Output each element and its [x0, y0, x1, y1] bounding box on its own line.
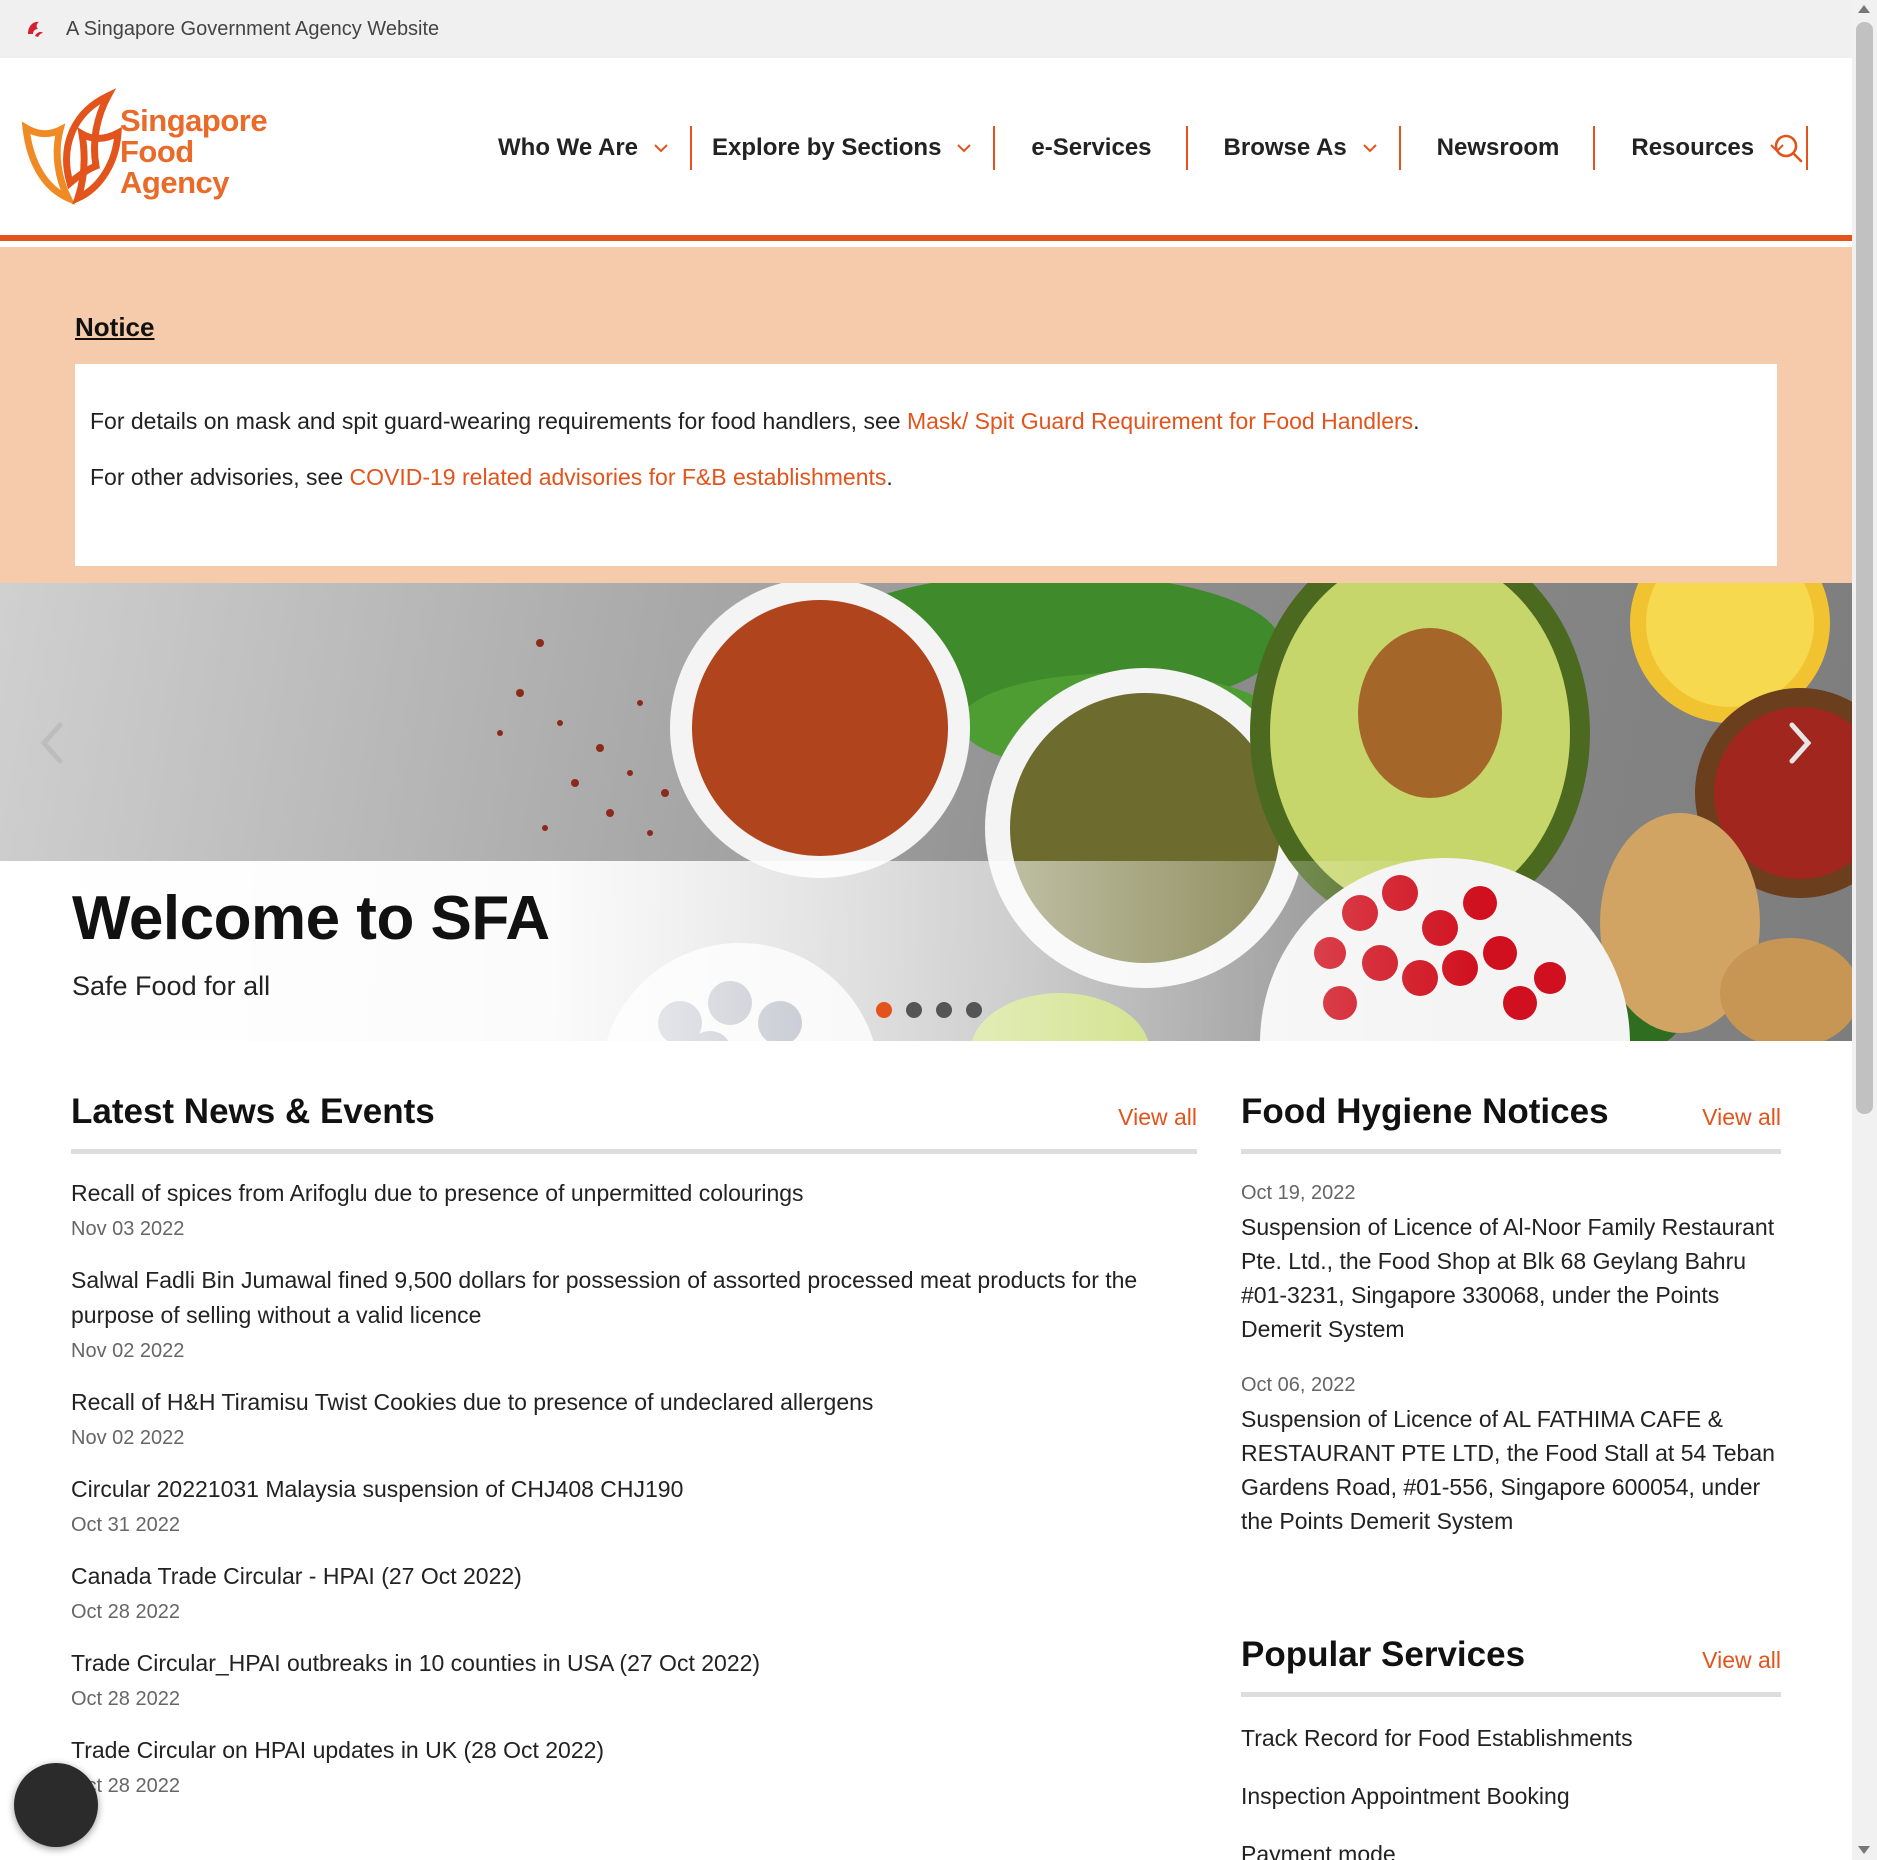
news-title-link[interactable]: Trade Circular_HPAI outbreaks in 10 coun… — [71, 1646, 1197, 1681]
service-link[interactable]: Inspection Appointment Booking — [1241, 1779, 1781, 1813]
service-link[interactable]: Track Record for Food Establishments — [1241, 1721, 1781, 1755]
news-title-link[interactable]: Recall of H&H Tiramisu Twist Cookies due… — [71, 1385, 1197, 1420]
notice-date: Oct 06, 2022 — [1241, 1374, 1356, 1396]
carousel-prev-icon[interactable] — [32, 713, 72, 773]
news-list: Recall of spices from Arifoglu due to pr… — [71, 1176, 1197, 1798]
page-scrollbar[interactable] — [1852, 0, 1877, 1860]
main-nav: Who We Are Explore by Sections e-Service… — [478, 126, 1809, 170]
notice-date: Oct 19, 2022 — [1241, 1182, 1356, 1204]
news-title-link[interactable]: Circular 20221031 Malaysia suspension of… — [71, 1472, 1197, 1507]
news-date: Nov 02 2022 — [71, 1427, 185, 1449]
news-title-link[interactable]: Trade Circular on HPAI updates in UK (28… — [71, 1733, 1197, 1768]
logo-line-1: Singapore — [120, 102, 268, 138]
nav-label: Resources — [1631, 134, 1755, 161]
notice-text: . — [886, 464, 893, 490]
nav-label: Newsroom — [1436, 134, 1560, 161]
notice-title-link[interactable]: Suspension of Licence of Al-Noor Family … — [1241, 1210, 1781, 1346]
nav-e-services[interactable]: e-Services — [995, 126, 1185, 170]
popular-view-all-link[interactable]: View all — [1702, 1647, 1781, 1674]
list-item: Trade Circular_HPAI outbreaks in 10 coun… — [71, 1646, 1197, 1711]
logo-text: Singapore Food Agency — [120, 102, 268, 200]
news-title-link[interactable]: Salwal Fadli Bin Jumawal fined 9,500 dol… — [71, 1263, 1197, 1333]
hero-title: Welcome to SFA — [72, 884, 550, 953]
scroll-up-icon[interactable] — [1858, 5, 1870, 13]
notice-title[interactable]: Notice — [75, 312, 154, 343]
sfa-leaf-logo-icon — [21, 88, 122, 206]
notice-title-link[interactable]: Suspension of Licence of AL FATHIMA CAFE… — [1241, 1402, 1781, 1538]
nav-browse-as[interactable]: Browse As — [1188, 126, 1399, 170]
logo-line-3: Agency — [120, 164, 229, 200]
news-title-link[interactable]: Recall of spices from Arifoglu due to pr… — [71, 1176, 1197, 1211]
chevron-down-icon — [654, 144, 668, 153]
carousel-dot-1[interactable] — [876, 1002, 892, 1018]
site-header: Singapore Food Agency Who We Are Explore… — [0, 58, 1852, 241]
section-header: Food Hygiene Notices View all — [1241, 1090, 1781, 1154]
latest-news-section: Latest News & Events View all Recall of … — [71, 1090, 1197, 1820]
news-date: Nov 03 2022 — [71, 1218, 185, 1240]
section-header: Popular Services View all — [1241, 1633, 1781, 1697]
gov-masthead: A Singapore Government Agency Website — [0, 0, 1852, 58]
service-link[interactable]: Payment mode — [1241, 1837, 1781, 1860]
sfa-logo[interactable]: Singapore Food Agency — [20, 86, 290, 216]
hygiene-view-all-link[interactable]: View all — [1702, 1104, 1781, 1131]
list-item: Oct 19, 2022 Suspension of Licence of Al… — [1241, 1180, 1781, 1346]
chat-widget-button[interactable] — [14, 1763, 98, 1847]
nav-label: Explore by Sections — [712, 134, 942, 161]
search-button[interactable] — [1770, 128, 1806, 168]
news-date: Nov 02 2022 — [71, 1340, 185, 1362]
section-title: Popular Services — [1241, 1635, 1526, 1674]
list-item: Canada Trade Circular - HPAI (27 Oct 202… — [71, 1559, 1197, 1624]
chevron-down-icon — [957, 144, 972, 153]
news-title-link[interactable]: Canada Trade Circular - HPAI (27 Oct 202… — [71, 1559, 1197, 1594]
carousel-dot-3[interactable] — [936, 1002, 952, 1018]
news-date: Oct 28 2022 — [71, 1601, 180, 1623]
nav-newsroom[interactable]: Newsroom — [1401, 126, 1594, 170]
notice-paragraph-mask: For details on mask and spit guard-weari… — [90, 408, 1762, 434]
nav-label: Who We Are — [498, 134, 639, 161]
food-hygiene-section: Food Hygiene Notices View all Oct 19, 20… — [1241, 1090, 1781, 1564]
news-date: Oct 28 2022 — [71, 1688, 180, 1710]
list-item: Recall of spices from Arifoglu due to pr… — [71, 1176, 1197, 1241]
masthead-text: A Singapore Government Agency Website — [66, 17, 440, 40]
scrollbar-thumb[interactable] — [1856, 22, 1873, 1114]
news-view-all-link[interactable]: View all — [1118, 1104, 1197, 1131]
section-title: Latest News & Events — [71, 1092, 435, 1131]
notice-box: For details on mask and spit guard-weari… — [75, 364, 1777, 566]
hero-carousel: Welcome to SFA Safe Food for all — [0, 583, 1852, 1041]
scroll-down-icon[interactable] — [1858, 1846, 1870, 1854]
notice-text: . — [1413, 408, 1420, 434]
search-icon — [1774, 134, 1803, 163]
carousel-dot-4[interactable] — [966, 1002, 982, 1018]
list-item: Oct 06, 2022 Suspension of Licence of AL… — [1241, 1372, 1781, 1538]
hero-subtitle: Safe Food for all — [72, 971, 271, 1001]
nav-explore-by-sections[interactable]: Explore by Sections — [692, 126, 993, 170]
list-item: Salwal Fadli Bin Jumawal fined 9,500 dol… — [71, 1263, 1197, 1363]
mask-requirement-link[interactable]: Mask/ Spit Guard Requirement for Food Ha… — [907, 408, 1413, 434]
nav-label: Browse As — [1223, 134, 1347, 161]
notice-banner: Notice For details on mask and spit guar… — [0, 247, 1852, 583]
list-item: Trade Circular on HPAI updates in UK (28… — [71, 1733, 1197, 1798]
carousel-indicators — [876, 1002, 996, 1018]
nav-label: e-Services — [1031, 134, 1152, 161]
list-item: Recall of H&H Tiramisu Twist Cookies due… — [71, 1385, 1197, 1450]
news-date: Oct 31 2022 — [71, 1514, 180, 1536]
lion-head-icon — [28, 21, 43, 37]
notice-text: For other advisories, see — [90, 464, 350, 490]
carousel-next-icon[interactable] — [1780, 713, 1820, 773]
carousel-dot-2[interactable] — [906, 1002, 922, 1018]
notice-paragraph-advisories: For other advisories, see COVID-19 relat… — [90, 464, 1762, 490]
nav-who-we-are[interactable]: Who We Are — [478, 126, 690, 170]
list-item: Circular 20221031 Malaysia suspension of… — [71, 1472, 1197, 1537]
nav-divider — [1806, 126, 1809, 170]
chevron-down-icon — [1362, 144, 1377, 153]
logo-line-2: Food — [120, 133, 194, 169]
section-title: Food Hygiene Notices — [1241, 1092, 1609, 1131]
covid-advisories-link[interactable]: COVID-19 related advisories for F&B esta… — [350, 464, 887, 490]
news-date: Oct 28 2022 — [71, 1775, 180, 1797]
popular-services-section: Popular Services View all Track Record f… — [1241, 1633, 1781, 1860]
popular-list: Track Record for Food Establishments Ins… — [1241, 1721, 1781, 1860]
notice-text: For details on mask and spit guard-weari… — [90, 408, 907, 434]
hygiene-list: Oct 19, 2022 Suspension of Licence of Al… — [1241, 1180, 1781, 1538]
section-header: Latest News & Events View all — [71, 1090, 1197, 1154]
